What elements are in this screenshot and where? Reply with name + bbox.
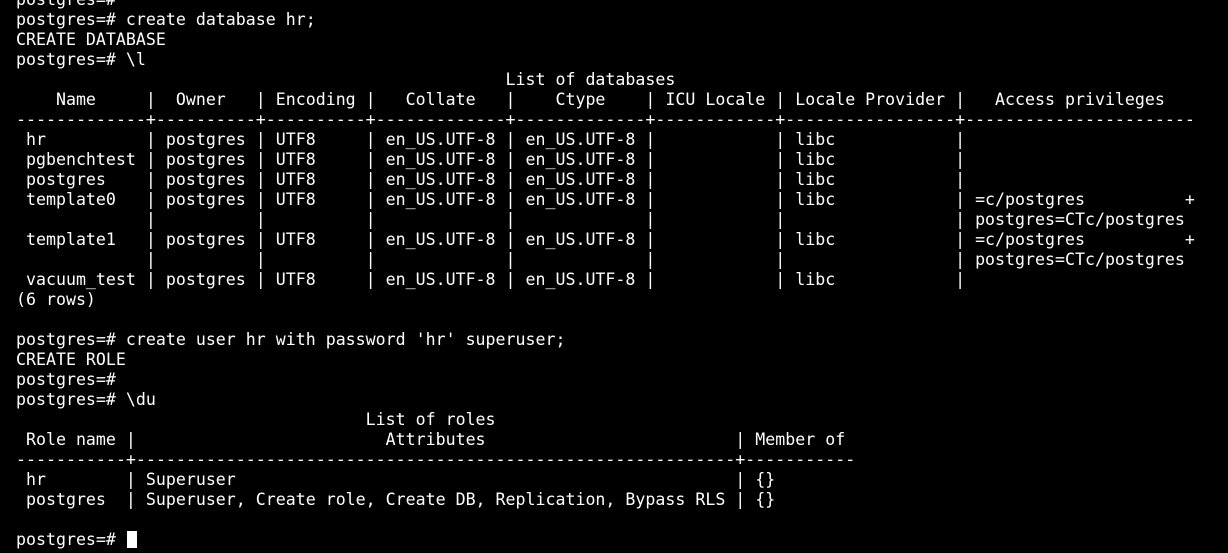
table-row: postgres | Superuser, Create role, Creat… — [16, 490, 776, 509]
table-row: template1 | postgres | UTF8 | en_US.UTF-… — [16, 230, 1195, 249]
roles-table-separator: -----------+----------------------------… — [16, 450, 856, 469]
terminal-line: CREATE ROLE — [16, 350, 126, 369]
table-row: postgres | postgres | UTF8 | en_US.UTF-8… — [16, 170, 966, 189]
row-count: (6 rows) — [16, 290, 96, 309]
terminal-line: postgres=# \l — [16, 50, 146, 69]
roles-table-title: List of roles — [16, 410, 496, 429]
databases-table-title: List of databases — [16, 70, 676, 89]
table-row: template0 | postgres | UTF8 | en_US.UTF-… — [16, 190, 1195, 209]
table-row: vacuum_test | postgres | UTF8 | en_US.UT… — [16, 270, 966, 289]
terminal-line: postgres=# create user hr with password … — [16, 330, 566, 349]
text-cursor — [126, 531, 137, 548]
terminal-window[interactable]: postgres=# postgres=# create database hr… — [0, 0, 1228, 553]
terminal-line: postgres=# — [16, 0, 1228, 10]
terminal-line: postgres=# create database hr; — [16, 10, 316, 29]
table-row: pgbenchtest | postgres | UTF8 | en_US.UT… — [16, 150, 966, 169]
prompt-line[interactable]: postgres=# — [16, 530, 1228, 550]
roles-table-header: Role name | Attributes | Member of — [16, 430, 846, 449]
table-row: | | | | | | | postgres=CTc/postgres — [16, 210, 1185, 229]
databases-table-header: Name | Owner | Encoding | Collate | Ctyp… — [16, 90, 1165, 109]
prompt: postgres=# — [16, 530, 126, 549]
terminal-line: postgres=# \du — [16, 390, 156, 409]
table-row: | | | | | | | postgres=CTc/postgres — [16, 250, 1185, 269]
terminal-line: CREATE DATABASE — [16, 30, 166, 49]
table-row: hr | postgres | UTF8 | en_US.UTF-8 | en_… — [16, 130, 966, 149]
terminal-line: postgres=# — [16, 370, 116, 389]
databases-table-separator: -------------+----------+----------+----… — [16, 110, 1195, 129]
table-row: hr | Superuser | {} — [16, 470, 776, 489]
